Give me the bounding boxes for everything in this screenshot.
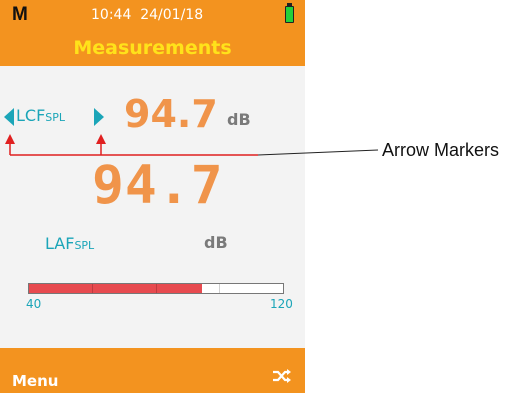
primary-parameter-sub: SPL	[45, 111, 66, 124]
level-bar-fill	[29, 284, 202, 293]
secondary-value: 94.7	[92, 155, 224, 216]
clock-date: 10:44 24/01/18	[91, 7, 204, 23]
triangle-right-icon[interactable]	[94, 108, 104, 126]
triangle-left-icon[interactable]	[4, 108, 14, 126]
secondary-unit: dB	[204, 233, 228, 252]
primary-parameter[interactable]: LCFSPL	[16, 106, 65, 125]
shuffle-icon[interactable]	[272, 368, 292, 384]
level-bar-divider	[219, 284, 220, 293]
annotation-label: Arrow Markers	[382, 140, 500, 160]
level-bar-min-label: 40	[26, 297, 42, 311]
page-title: Measurements	[73, 37, 232, 59]
mode-indicator: M	[12, 4, 28, 25]
level-bar	[28, 283, 284, 294]
level-bar-divider	[156, 284, 157, 293]
level-bar-divider	[92, 284, 93, 293]
primary-value: 94.7	[124, 92, 218, 136]
secondary-parameter-main: LAF	[45, 234, 75, 253]
secondary-parameter-sub: SPL	[74, 239, 95, 252]
device-screen: M 10:44 24/01/18 Measurements LCFSPL 94.…	[0, 0, 305, 393]
stage: M 10:44 24/01/18 Measurements LCFSPL 94.…	[0, 0, 525, 393]
level-bar-max-label: 120	[270, 297, 293, 311]
primary-unit: dB	[227, 110, 251, 129]
menu-button[interactable]: Menu	[12, 372, 58, 390]
secondary-parameter: LAFSPL	[45, 234, 94, 253]
battery-full-icon	[285, 6, 294, 23]
primary-parameter-main: LCF	[16, 106, 46, 125]
